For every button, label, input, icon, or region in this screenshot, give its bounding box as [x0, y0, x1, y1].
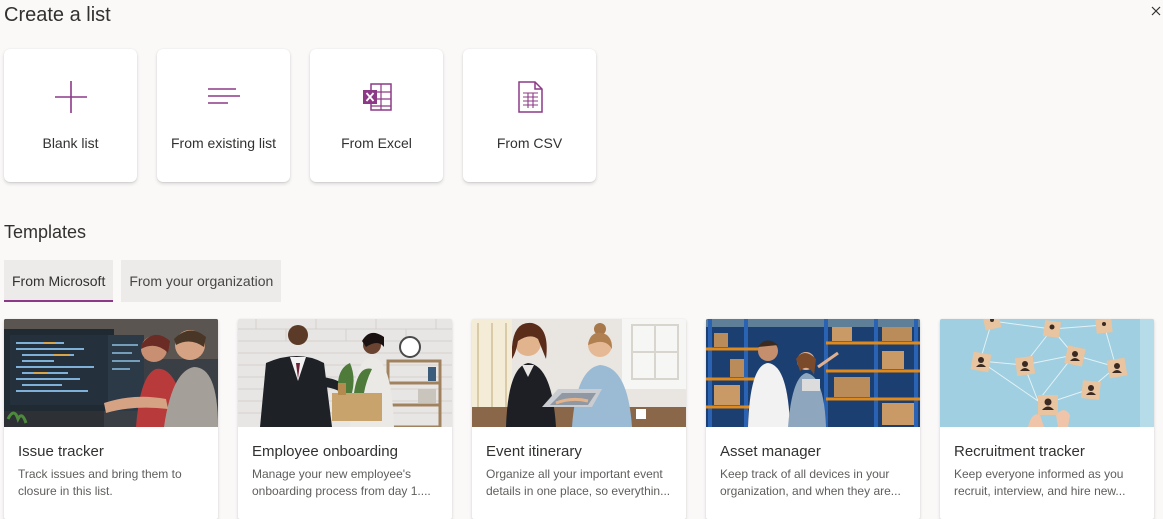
page-title: Create a list — [4, 4, 111, 26]
from-csv-label: From CSV — [496, 135, 563, 151]
csv-file-icon — [510, 77, 550, 117]
template-description: Manage your new employee's onboarding pr… — [252, 467, 431, 498]
employee-onboarding-image — [238, 319, 452, 427]
template-card-issue-tracker[interactable]: Issue tracker Track issues and bring the… — [4, 319, 218, 519]
asset-manager-image — [706, 319, 920, 427]
template-card-employee-onboarding[interactable]: Employee onboarding Manage your new empl… — [238, 319, 452, 519]
template-description: Keep track of all devices in your organi… — [720, 467, 901, 498]
create-options: Blank list From existing list From Excel — [4, 49, 596, 182]
template-list: Issue tracker Track issues and bring the… — [4, 319, 1154, 519]
plus-icon — [51, 77, 91, 117]
template-description: Organize all your important event detail… — [486, 467, 671, 498]
templates-tabs: From Microsoft From your organization — [4, 260, 282, 302]
templates-heading: Templates — [4, 222, 87, 242]
tab-from-your-organization[interactable]: From your organization — [121, 260, 282, 302]
close-icon — [1151, 6, 1161, 16]
from-csv-card[interactable]: From CSV — [463, 49, 596, 182]
template-card-event-itinerary[interactable]: Event itinerary Organize all your import… — [472, 319, 686, 519]
excel-icon — [357, 77, 397, 117]
template-name: Recruitment tracker — [954, 443, 1085, 460]
from-excel-label: From Excel — [341, 135, 412, 151]
template-name: Asset manager — [720, 443, 821, 460]
template-card-asset-manager[interactable]: Asset manager Keep track of all devices … — [706, 319, 920, 519]
event-itinerary-image — [472, 319, 686, 427]
blank-list-label: Blank list — [42, 135, 99, 151]
from-existing-list-label: From existing list — [170, 135, 277, 151]
from-existing-list-card[interactable]: From existing list — [157, 49, 290, 182]
close-button[interactable] — [1149, 4, 1163, 18]
template-name: Issue tracker — [18, 443, 104, 460]
blank-list-card[interactable]: Blank list — [4, 49, 137, 182]
list-lines-icon — [204, 77, 244, 117]
template-description: Keep everyone informed as you recruit, i… — [954, 467, 1126, 498]
from-excel-card[interactable]: From Excel — [310, 49, 443, 182]
recruitment-tracker-image — [940, 319, 1154, 427]
issue-tracker-image — [4, 319, 218, 427]
template-description: Track issues and bring them to closure i… — [18, 467, 182, 498]
template-name: Event itinerary — [486, 443, 582, 460]
tab-from-microsoft[interactable]: From Microsoft — [4, 260, 114, 302]
template-card-recruitment-tracker[interactable]: Recruitment tracker Keep everyone inform… — [940, 319, 1154, 519]
template-name: Employee onboarding — [252, 443, 398, 460]
